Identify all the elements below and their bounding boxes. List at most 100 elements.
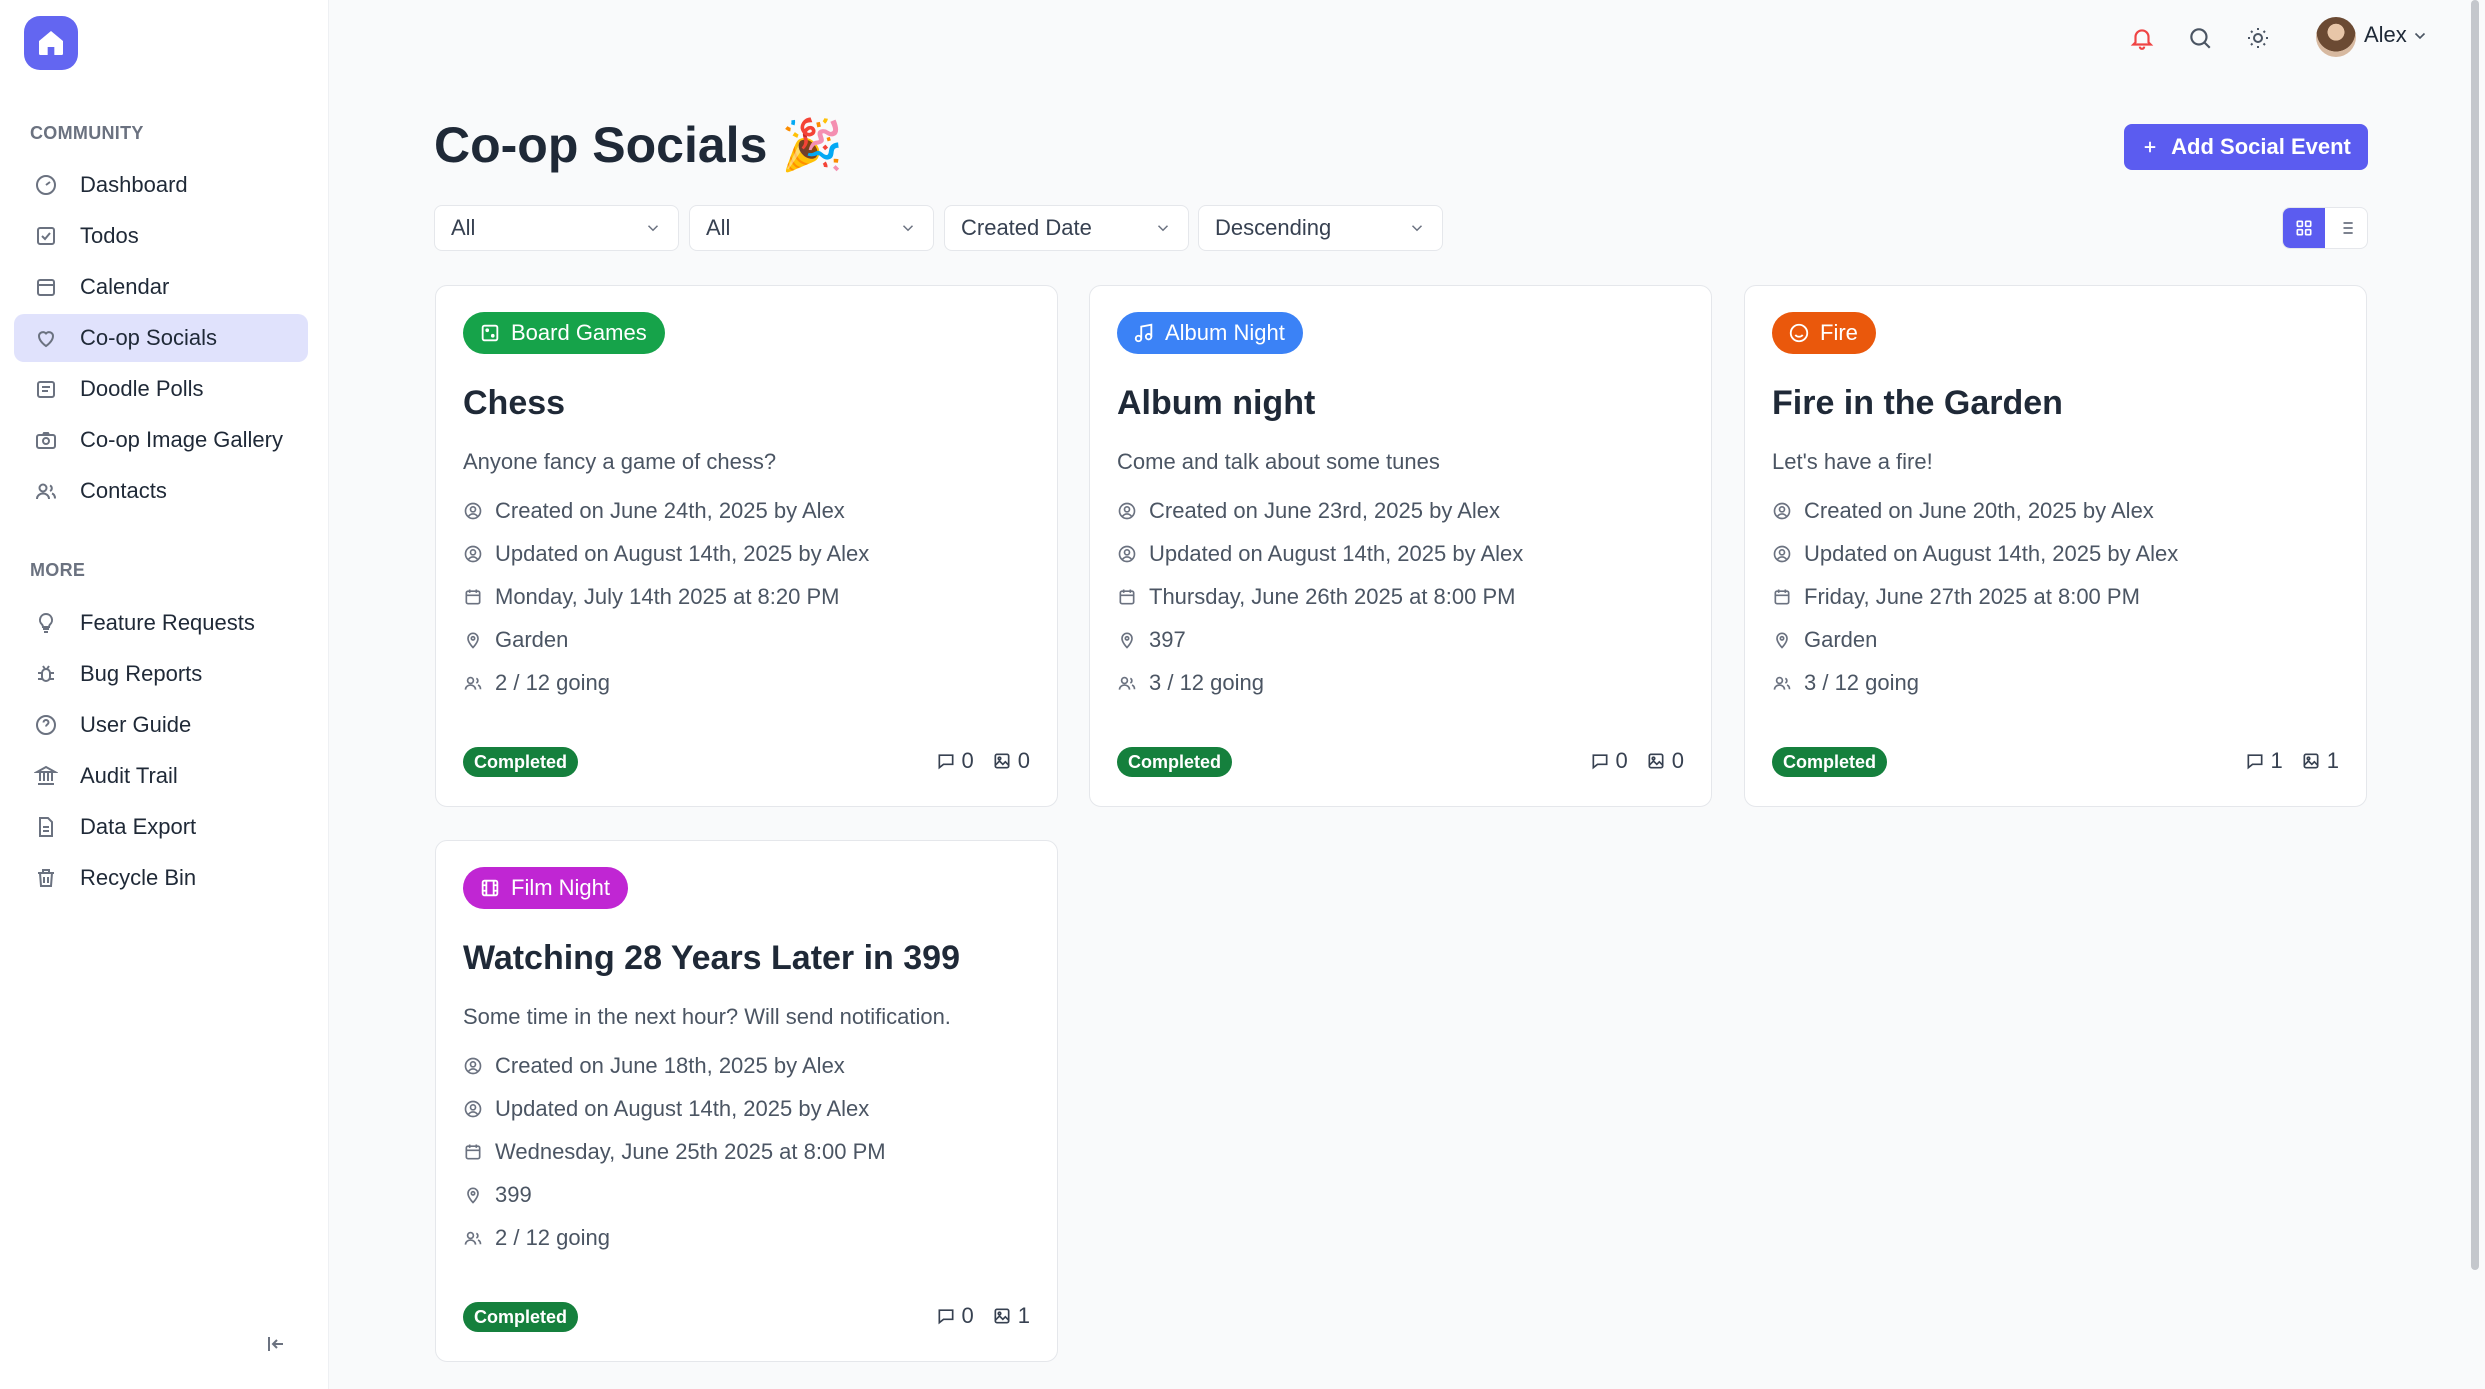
- theme-toggle-button[interactable]: [2242, 22, 2274, 54]
- chevron-down-icon: [902, 225, 914, 232]
- date-text: Friday, June 27th 2025 at 8:00 PM: [1804, 584, 2140, 609]
- sidebar-item-contacts[interactable]: Contacts: [14, 467, 308, 515]
- event-title[interactable]: Chess: [463, 384, 565, 423]
- sort-by-select[interactable]: Created Date: [944, 205, 1189, 251]
- card-counts: 0 0: [936, 748, 1030, 774]
- user-circle-icon: [464, 545, 482, 563]
- sidebar-item-label: Bug Reports: [80, 661, 203, 686]
- sidebar-item-label: Contacts: [80, 478, 167, 503]
- sidebar: COMMUNITY Dashboard Todos Calendar Co-op…: [0, 0, 329, 1389]
- image-icon: [994, 1308, 1010, 1324]
- sort-order-select[interactable]: Descending: [1198, 205, 1443, 251]
- audit-icon: [34, 765, 58, 785]
- sort-order-value: Descending: [1215, 215, 1332, 240]
- event-category-tag[interactable]: Fire: [1772, 312, 1876, 354]
- event-category-tag[interactable]: Board Games: [463, 312, 665, 354]
- updated-text: Updated on August 14th, 2025 by Alex: [495, 1096, 870, 1121]
- location-meta: 397: [1117, 627, 1186, 653]
- event-card[interactable]: Board Games Chess Anyone fancy a game of…: [435, 285, 1058, 807]
- user-menu[interactable]: Alex: [2364, 22, 2429, 48]
- tag-label: Album Night: [1165, 320, 1285, 345]
- location-text: Garden: [495, 627, 569, 652]
- sidebar-item-todos[interactable]: Todos: [14, 212, 308, 260]
- event-title[interactable]: Album night: [1117, 384, 1315, 423]
- sidebar-item-feature-requests[interactable]: Feature Requests: [14, 599, 308, 647]
- sidebar-item-label: Dashboard: [80, 172, 188, 197]
- grid-view-button[interactable]: [2283, 208, 2325, 248]
- sidebar-item-bug-reports[interactable]: Bug Reports: [14, 650, 308, 698]
- comments-count[interactable]: 1: [2245, 748, 2283, 774]
- sidebar-item-audit-trail[interactable]: Audit Trail: [14, 752, 308, 800]
- event-card[interactable]: Album Night Album night Come and talk ab…: [1089, 285, 1712, 807]
- avatar[interactable]: [2316, 17, 2356, 57]
- updated-text: Updated on August 14th, 2025 by Alex: [1804, 541, 2179, 566]
- comments-count-value: 1: [2270, 748, 2283, 773]
- category-filter-select[interactable]: All: [434, 205, 679, 251]
- todo-checkbox-icon: [37, 227, 55, 245]
- images-count[interactable]: 0: [992, 748, 1030, 774]
- sidebar-item-recycle-bin[interactable]: Recycle Bin: [14, 854, 308, 902]
- search-icon: [2190, 28, 2211, 49]
- more-section-label: MORE: [30, 560, 86, 580]
- dashboard-icon: [36, 175, 56, 195]
- collapse-sidebar-button[interactable]: [260, 1328, 292, 1360]
- event-category-tag[interactable]: Album Night: [1117, 312, 1303, 354]
- location-meta: 399: [463, 1182, 532, 1208]
- comments-count-value: 0: [1615, 748, 1628, 773]
- status-badge: Completed: [1772, 747, 1888, 777]
- user-name: Alex: [2364, 22, 2407, 47]
- images-count[interactable]: 1: [992, 1303, 1030, 1329]
- date-text: Thursday, June 26th 2025 at 8:00 PM: [1149, 584, 1516, 609]
- sun-icon: [2248, 28, 2268, 48]
- comments-count[interactable]: 0: [936, 748, 974, 774]
- map-pin-icon: [1121, 632, 1133, 649]
- add-social-event-button[interactable]: Add Social Event: [2124, 124, 2368, 170]
- sidebar-item-user-guide[interactable]: User Guide: [14, 701, 308, 749]
- list-view-button[interactable]: [2325, 208, 2367, 248]
- attendance-text: 3 / 12 going: [1804, 670, 1919, 695]
- comments-count[interactable]: 0: [1590, 748, 1628, 774]
- date-meta: Monday, July 14th 2025 at 8:20 PM: [463, 584, 839, 610]
- notifications-button[interactable]: [2126, 22, 2158, 54]
- sidebar-item-calendar[interactable]: Calendar: [14, 263, 308, 311]
- sidebar-item-data-export[interactable]: Data Export: [14, 803, 308, 851]
- date-meta: Wednesday, June 25th 2025 at 8:00 PM: [463, 1139, 886, 1165]
- sidebar-item-label: Todos: [80, 223, 139, 248]
- sidebar-item-co-op-socials[interactable]: Co-op Socials: [14, 314, 308, 362]
- lightbulb-icon: [38, 612, 54, 633]
- tag-label: Board Games: [511, 320, 647, 345]
- category-filter-value: All: [451, 215, 476, 240]
- event-title[interactable]: Fire in the Garden: [1772, 384, 2063, 423]
- images-count[interactable]: 0: [1646, 748, 1684, 774]
- sidebar-item-dashboard[interactable]: Dashboard: [14, 161, 308, 209]
- card-counts: 0 0: [1590, 748, 1684, 774]
- event-card[interactable]: Film Night Watching 28 Years Later in 39…: [435, 840, 1058, 1362]
- attendance-meta: 2 / 12 going: [463, 1225, 610, 1251]
- images-count[interactable]: 1: [2301, 748, 2339, 774]
- date-meta: Friday, June 27th 2025 at 8:00 PM: [1772, 584, 2140, 610]
- sidebar-item-doodle-polls[interactable]: Doodle Polls: [14, 365, 308, 413]
- images-count-value: 1: [2326, 748, 2339, 773]
- home-logo-icon[interactable]: [24, 16, 78, 70]
- comments-count[interactable]: 0: [936, 1303, 974, 1329]
- chevron-down-icon: [2414, 32, 2425, 40]
- comment-icon: [1592, 754, 1607, 770]
- event-category-tag[interactable]: Film Night: [463, 867, 629, 909]
- sidebar-item-image-gallery[interactable]: Co-op Image Gallery: [14, 416, 308, 464]
- event-card[interactable]: Fire Fire in the Garden Let's have a fir…: [1744, 285, 2367, 807]
- page-title: Co-op Socials 🎉: [434, 117, 844, 173]
- status-filter-select[interactable]: All: [689, 205, 934, 251]
- calendar-icon: [465, 1144, 481, 1160]
- chevron-down-icon: [1411, 225, 1423, 232]
- collapse-left-icon: [268, 1337, 283, 1351]
- map-pin-icon: [467, 1187, 479, 1204]
- page-scrollbar[interactable]: [2471, 0, 2479, 1270]
- event-title[interactable]: Watching 28 Years Later in 399: [463, 939, 960, 978]
- sidebar-item-label: Audit Trail: [80, 763, 178, 788]
- event-description: Let's have a fire!: [1772, 449, 1933, 474]
- event-description: Some time in the next hour? Will send no…: [463, 1004, 951, 1029]
- trash-icon: [38, 869, 54, 887]
- image-icon: [2303, 753, 2319, 769]
- search-button[interactable]: [2184, 22, 2216, 54]
- created-text: Created on June 18th, 2025 by Alex: [495, 1053, 845, 1078]
